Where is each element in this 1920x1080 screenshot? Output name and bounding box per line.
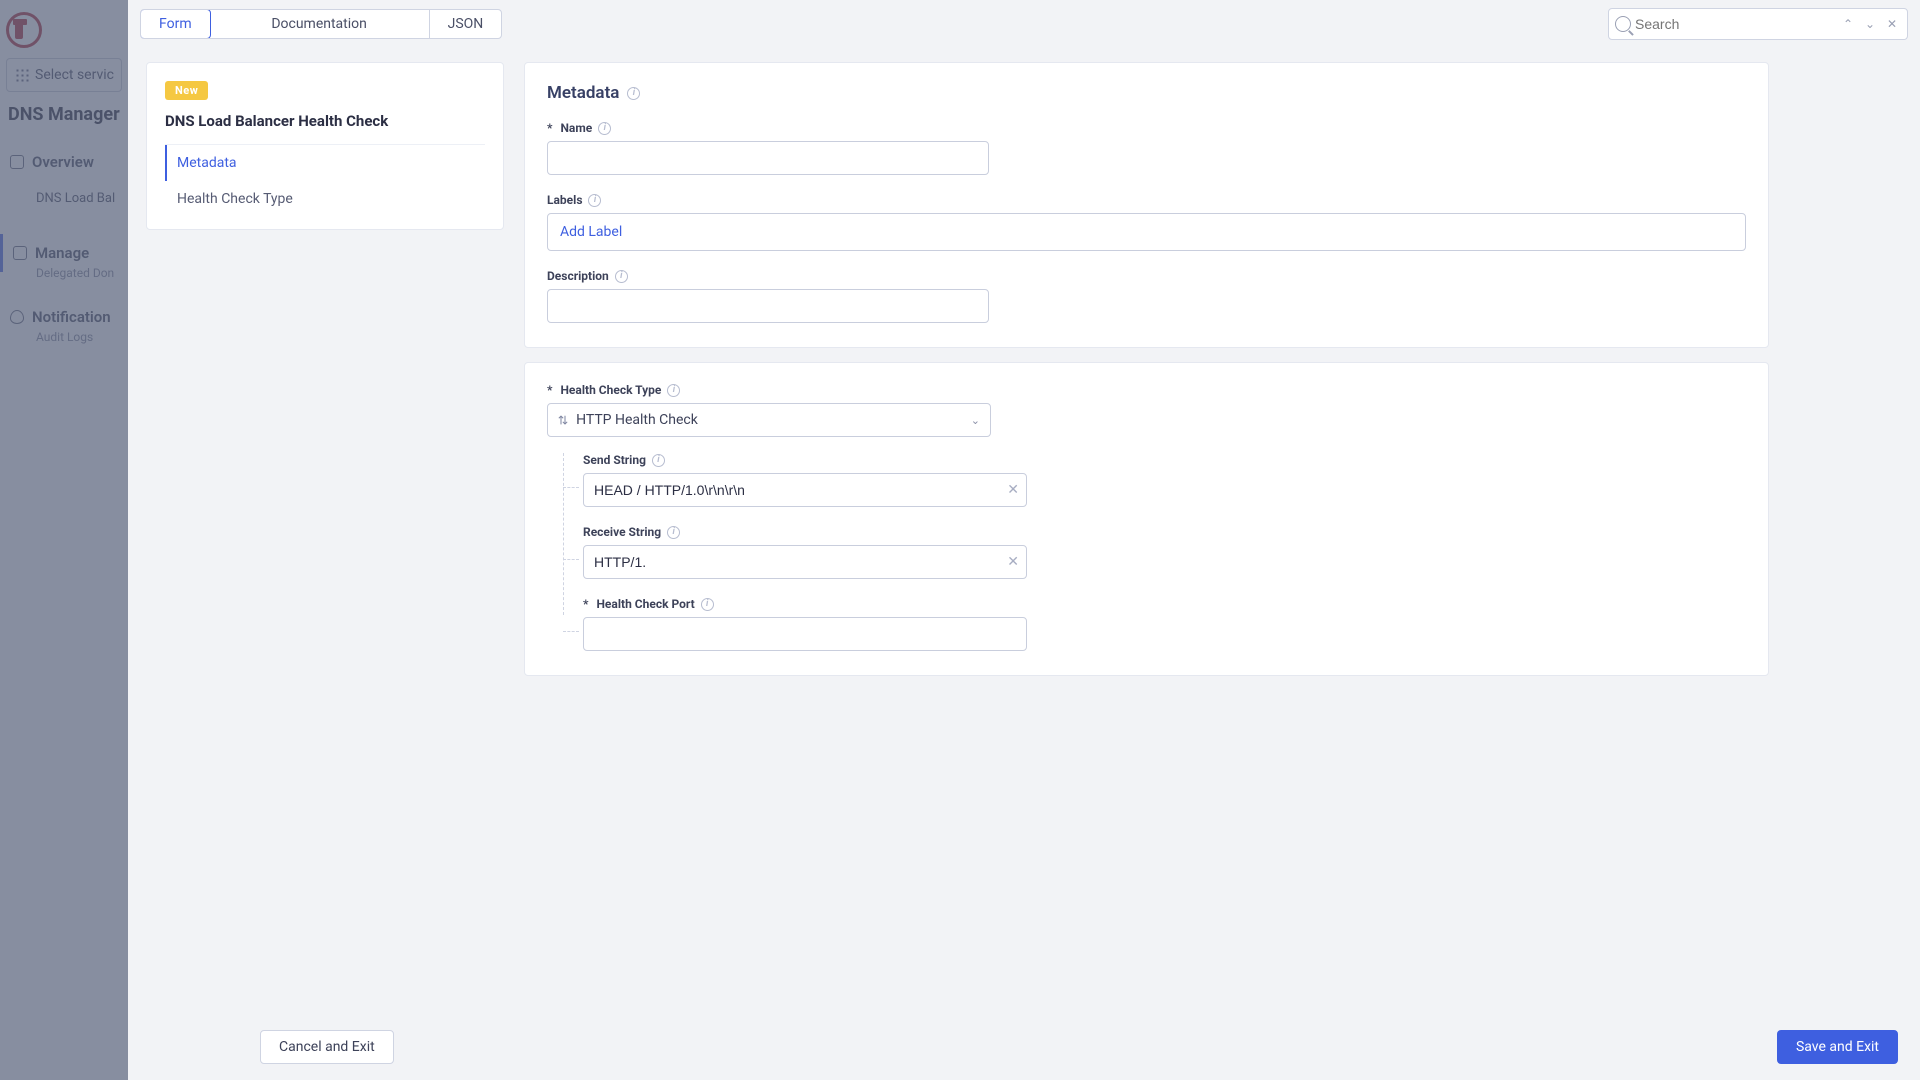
- send-string-input[interactable]: [583, 473, 1027, 507]
- form-nav-title: DNS Load Balancer Health Check: [165, 112, 485, 145]
- cancel-button[interactable]: Cancel and Exit: [260, 1030, 394, 1064]
- body-area: New DNS Load Balancer Health Check Metad…: [128, 48, 1920, 1014]
- form-nav-card: New DNS Load Balancer Health Check Metad…: [146, 62, 504, 230]
- search-prev-icon[interactable]: ⌃: [1839, 15, 1857, 33]
- info-icon[interactable]: i: [598, 122, 611, 135]
- receive-string-label: Receive String i: [583, 525, 1746, 539]
- health-check-nested: Send String i ✕ Receive String i: [547, 453, 1746, 651]
- name-input[interactable]: [547, 141, 989, 175]
- view-tab-group: Form Documentation JSON: [140, 9, 502, 39]
- health-check-type-value: HTTP Health Check: [576, 412, 963, 428]
- tab-documentation[interactable]: Documentation: [210, 10, 430, 38]
- form-nav-health-check-type[interactable]: Health Check Type: [165, 181, 485, 217]
- clear-icon[interactable]: ✕: [1007, 482, 1019, 498]
- info-icon[interactable]: i: [667, 526, 680, 539]
- send-string-label: Send String i: [583, 453, 1746, 467]
- form-column: Metadata i * Name i Labels i: [524, 62, 1769, 1000]
- save-button[interactable]: Save and Exit: [1777, 1030, 1898, 1064]
- footer: Cancel and Exit Save and Exit: [128, 1014, 1920, 1080]
- receive-string-input[interactable]: [583, 545, 1027, 579]
- labels-label: Labels i: [547, 193, 1746, 207]
- info-icon[interactable]: i: [615, 270, 628, 283]
- add-label-placeholder: Add Label: [560, 224, 622, 240]
- metadata-section-title: Metadata i: [547, 83, 1746, 103]
- health-check-type-label: * Health Check Type i: [547, 383, 1746, 397]
- info-icon[interactable]: i: [627, 87, 640, 100]
- health-check-type-select[interactable]: ⇄ HTTP Health Check ⌄: [547, 403, 991, 437]
- search-icon: [1615, 16, 1631, 32]
- info-icon[interactable]: i: [667, 384, 680, 397]
- search-next-icon[interactable]: ⌄: [1861, 15, 1879, 33]
- info-icon[interactable]: i: [652, 454, 665, 467]
- description-label: Description i: [547, 269, 1746, 283]
- modal-panel: Form Documentation JSON ⌃ ⌄ ✕ New DNS Lo…: [128, 0, 1920, 1080]
- search-box[interactable]: ⌃ ⌄ ✕: [1608, 8, 1908, 40]
- name-label: * Name i: [547, 121, 1746, 135]
- form-nav-metadata[interactable]: Metadata: [165, 145, 485, 181]
- description-input[interactable]: [547, 289, 989, 323]
- labels-input[interactable]: Add Label: [547, 213, 1746, 251]
- info-icon[interactable]: i: [701, 598, 714, 611]
- sidebar-overlay: [0, 0, 128, 1080]
- metadata-section: Metadata i * Name i Labels i: [524, 62, 1769, 348]
- tab-json[interactable]: JSON: [430, 10, 502, 38]
- info-icon[interactable]: i: [588, 194, 601, 207]
- topbar: Form Documentation JSON ⌃ ⌄ ✕: [128, 0, 1920, 48]
- search-close-icon[interactable]: ✕: [1883, 15, 1901, 33]
- tab-form[interactable]: Form: [140, 9, 211, 39]
- health-check-section: * Health Check Type i ⇄ HTTP Health Chec…: [524, 362, 1769, 676]
- health-check-port-label: * Health Check Port i: [583, 597, 1746, 611]
- clear-icon[interactable]: ✕: [1007, 554, 1019, 570]
- search-input[interactable]: [1635, 16, 1835, 32]
- new-badge: New: [165, 81, 208, 100]
- health-check-port-input[interactable]: [583, 617, 1027, 651]
- chevron-down-icon: ⌄: [971, 414, 980, 427]
- branch-icon: ⇄: [556, 415, 570, 425]
